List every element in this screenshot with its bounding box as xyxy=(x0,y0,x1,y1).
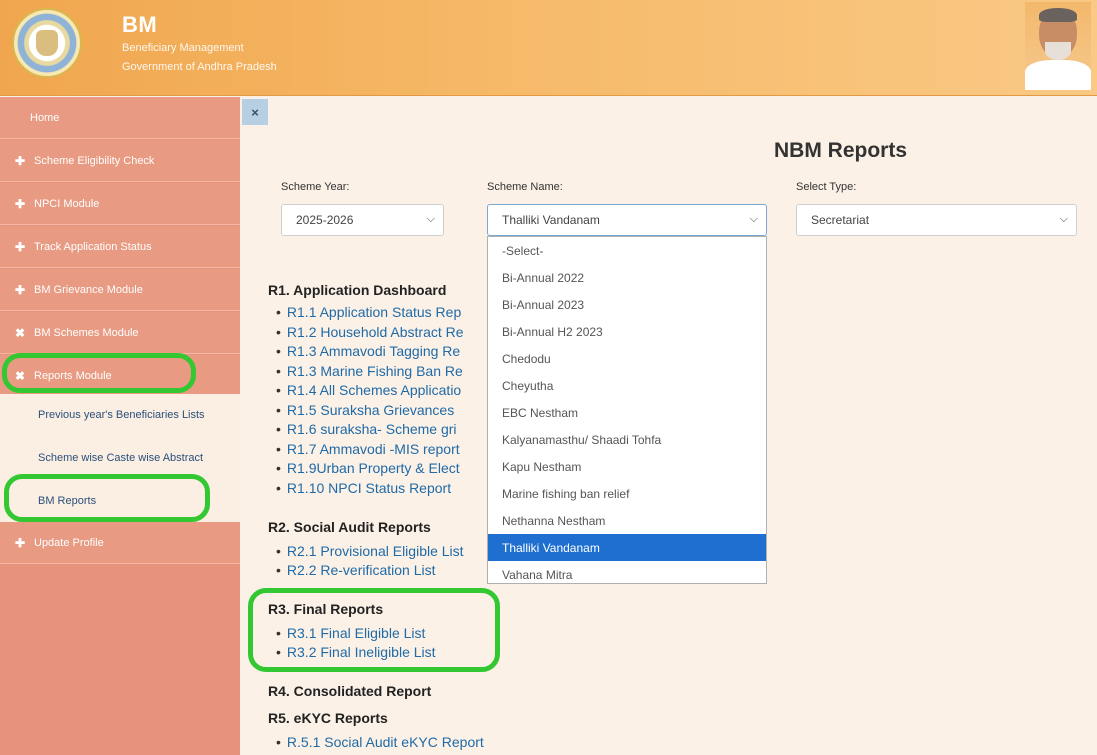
government-emblem-logo xyxy=(12,8,82,78)
report-link[interactable]: • R.5.1 Social Audit eKYC Report xyxy=(276,734,484,750)
report-link[interactable]: • R1.7 Ammavodi -MIS report xyxy=(276,441,460,457)
app-subtitle: Beneficiary Management xyxy=(122,42,244,54)
sidebar-item-label: NPCI Module xyxy=(34,197,100,210)
dropdown-option[interactable]: Nethanna Nestham xyxy=(488,507,766,534)
plus-icon: ✚ xyxy=(14,196,26,211)
scheme-year-label: Scheme Year: xyxy=(281,181,350,193)
sidebar-item-reports-module[interactable]: ✖ Reports Module xyxy=(0,355,240,397)
dropdown-option[interactable]: Cheyutha xyxy=(488,372,766,399)
page-title: NBM Reports xyxy=(774,139,908,162)
app-title: BM xyxy=(122,12,158,37)
sidebar-item-label: BM Schemes Module xyxy=(34,326,139,339)
dropdown-option[interactable]: Marine fishing ban relief xyxy=(488,480,766,507)
submenu-item-previous-year-beneficiaries[interactable]: Previous year's Beneficiaries Lists xyxy=(0,394,240,436)
reports-submenu: Previous year's Beneficiaries Lists Sche… xyxy=(0,394,240,522)
report-link[interactable]: • R2.2 Re-verification List xyxy=(276,562,436,578)
report-link[interactable]: • R1.10 NPCI Status Report xyxy=(276,480,451,496)
sidebar-item-label: BM Grievance Module xyxy=(34,283,143,296)
section-title-r5: R5. eKYC Reports xyxy=(268,710,388,726)
report-link[interactable]: • R1.2 Household Abstract Re xyxy=(276,324,464,340)
select-type-value: Secretariat xyxy=(811,213,870,227)
report-link[interactable]: • R1.4 All Schemes Applicatio xyxy=(276,382,461,398)
select-type-label: Select Type: xyxy=(796,181,857,193)
app-organization: Government of Andhra Pradesh xyxy=(122,61,277,73)
sidebar-item-bm-schemes-module[interactable]: ✖ BM Schemes Module xyxy=(0,312,240,354)
section-title-r4: R4. Consolidated Report xyxy=(268,683,432,699)
section-title-r2: R2. Social Audit Reports xyxy=(268,519,431,535)
scheme-year-value: 2025-2026 xyxy=(296,213,354,227)
report-link[interactable]: • R1.3 Marine Fishing Ban Re xyxy=(276,363,463,379)
chevron-down-icon: ⌵ xyxy=(1059,213,1068,225)
dropdown-option[interactable]: Kapu Nestham xyxy=(488,453,766,480)
dropdown-option[interactable]: Bi-Annual 2022 xyxy=(488,264,766,291)
submenu-item-scheme-caste-abstract[interactable]: Scheme wise Caste wise Abstract xyxy=(0,437,240,479)
dropdown-option[interactable]: Bi-Annual H2 2023 xyxy=(488,318,766,345)
dropdown-option[interactable]: Bi-Annual 2023 xyxy=(488,291,766,318)
report-link[interactable]: • R1.5 Suraksha Grievances xyxy=(276,402,454,418)
dropdown-option[interactable]: Kalyanamasthu/ Shaadi Tohfa xyxy=(488,426,766,453)
select-type-select[interactable]: Secretariat ⌵ xyxy=(796,204,1077,236)
dropdown-option-selected[interactable]: Thalliki Vandanam xyxy=(488,534,766,561)
section-title-r3: R3. Final Reports xyxy=(268,601,384,617)
dropdown-option[interactable]: EBC Nestham xyxy=(488,399,766,426)
report-link[interactable]: • R1.6 suraksha- Scheme gri xyxy=(276,421,457,437)
report-link[interactable]: • R3.2 Final Ineligible List xyxy=(276,644,436,660)
sidebar-item-bm-grievance-module[interactable]: ✚ BM Grievance Module xyxy=(0,269,240,311)
chevron-down-icon: ⌵ xyxy=(749,213,758,225)
close-icon: ✖ xyxy=(14,325,26,340)
scheme-year-select[interactable]: 2025-2026 ⌵ xyxy=(281,204,444,236)
plus-icon: ✚ xyxy=(14,535,26,550)
dropdown-option[interactable]: Chedodu xyxy=(488,345,766,372)
scheme-name-dropdown-list: -Select- Bi-Annual 2022 Bi-Annual 2023 B… xyxy=(487,236,767,584)
r1-report-links: • R1.1 Application Status Rep • R1.2 House… xyxy=(240,270,486,500)
scheme-name-select[interactable]: Thalliki Vandanam ⌵ xyxy=(487,204,767,236)
report-link[interactable]: • R2.1 Provisional Eligible List xyxy=(276,543,464,559)
plus-icon: ✚ xyxy=(14,282,26,297)
sidebar-item-scheme-eligibility-check[interactable]: ✚ Scheme Eligibility Check xyxy=(0,140,240,182)
report-link[interactable]: • R1.1 Application Status Rep xyxy=(276,304,461,320)
plus-icon: ✚ xyxy=(14,153,26,168)
sidebar-item-label: Update Profile xyxy=(34,536,104,549)
leader-portrait xyxy=(1025,2,1091,90)
chevron-down-icon: ⌵ xyxy=(426,213,435,225)
close-sidebar-button[interactable]: × xyxy=(242,99,268,125)
sidebar-item-label: Scheme Eligibility Check xyxy=(34,154,155,167)
sidebar-item-track-application-status[interactable]: ✚ Track Application Status xyxy=(0,226,240,268)
report-link[interactable]: • R1.9Urban Property & Elect xyxy=(276,460,460,476)
sidebar-item-update-profile[interactable]: ✚ Update Profile xyxy=(0,522,240,564)
scheme-name-value: Thalliki Vandanam xyxy=(502,213,600,227)
sidebar-item-label: Track Application Status xyxy=(34,240,152,253)
app-header: BM Beneficiary Management Government of … xyxy=(0,0,1097,96)
dropdown-option[interactable]: Vahana Mitra xyxy=(488,561,766,588)
scheme-name-label: Scheme Name: xyxy=(487,181,563,193)
submenu-item-bm-reports[interactable]: BM Reports xyxy=(0,480,240,522)
sidebar-item-npci-module[interactable]: ✚ NPCI Module xyxy=(0,183,240,225)
sidebar-item-label: Reports Module xyxy=(34,369,112,382)
report-link[interactable]: • R3.1 Final Eligible List xyxy=(276,625,425,641)
plus-icon: ✚ xyxy=(14,239,26,254)
sidebar-item-label: Home xyxy=(30,111,60,124)
close-icon: ✖ xyxy=(14,368,26,383)
sidebar-item-home[interactable]: Home xyxy=(0,97,240,139)
dropdown-option[interactable]: -Select- xyxy=(488,237,766,264)
report-link[interactable]: • R1.3 Ammavodi Tagging Re xyxy=(276,343,460,359)
